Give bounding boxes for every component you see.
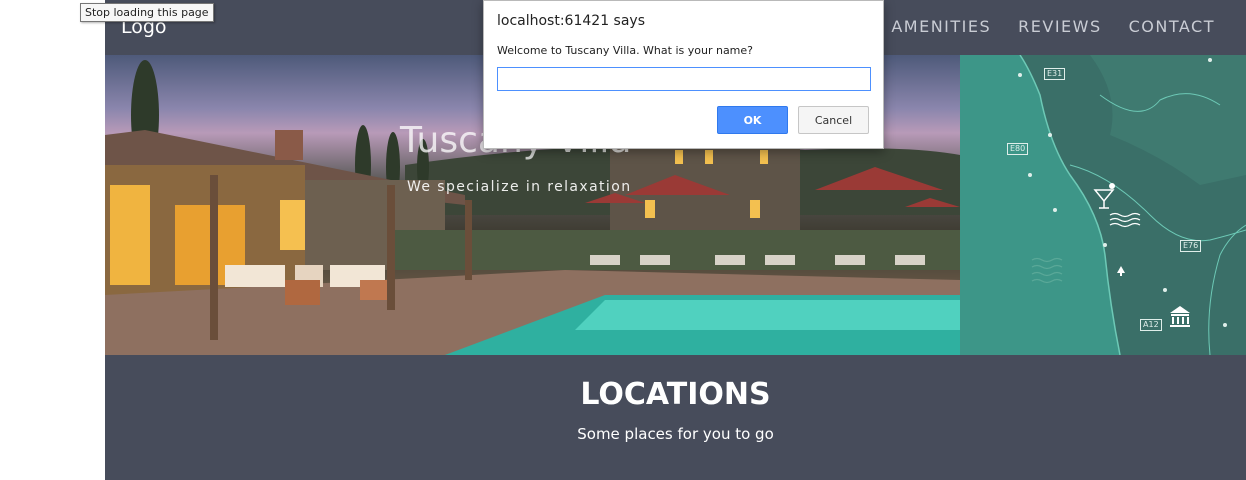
prompt-dialog: localhost:61421 says Welcome to Tuscany … — [483, 0, 884, 149]
cancel-button[interactable]: Cancel — [798, 106, 869, 134]
road-label-e76: E76 — [1180, 240, 1202, 252]
road-label-a12: A12 — [1140, 319, 1162, 331]
road-label-e31: E31 — [1044, 68, 1066, 80]
dialog-message: Welcome to Tuscany Villa. What is your n… — [497, 44, 754, 57]
locations-subtitle: Some places for you to go — [577, 425, 774, 443]
nav-links: AMENITIES REVIEWS CONTACT — [891, 17, 1215, 36]
map-panel[interactable]: E31 E80 E76 A12 — [960, 55, 1246, 355]
locations-section: LOCATIONS Some places for you to go — [105, 355, 1246, 480]
locations-title: LOCATIONS — [580, 377, 771, 412]
nav-link-amenities[interactable]: AMENITIES — [891, 17, 991, 36]
road-label-e80: E80 — [1007, 143, 1029, 155]
nav-link-reviews[interactable]: REVIEWS — [1018, 17, 1101, 36]
dialog-title: localhost:61421 says — [497, 13, 645, 29]
ok-button[interactable]: OK — [717, 106, 788, 134]
name-input[interactable] — [497, 67, 871, 91]
nav-link-contact[interactable]: CONTACT — [1129, 17, 1215, 36]
hero-subtitle: We specialize in relaxation — [407, 179, 632, 195]
map-illustration — [960, 55, 1246, 355]
stop-loading-tooltip: Stop loading this page — [80, 3, 214, 22]
